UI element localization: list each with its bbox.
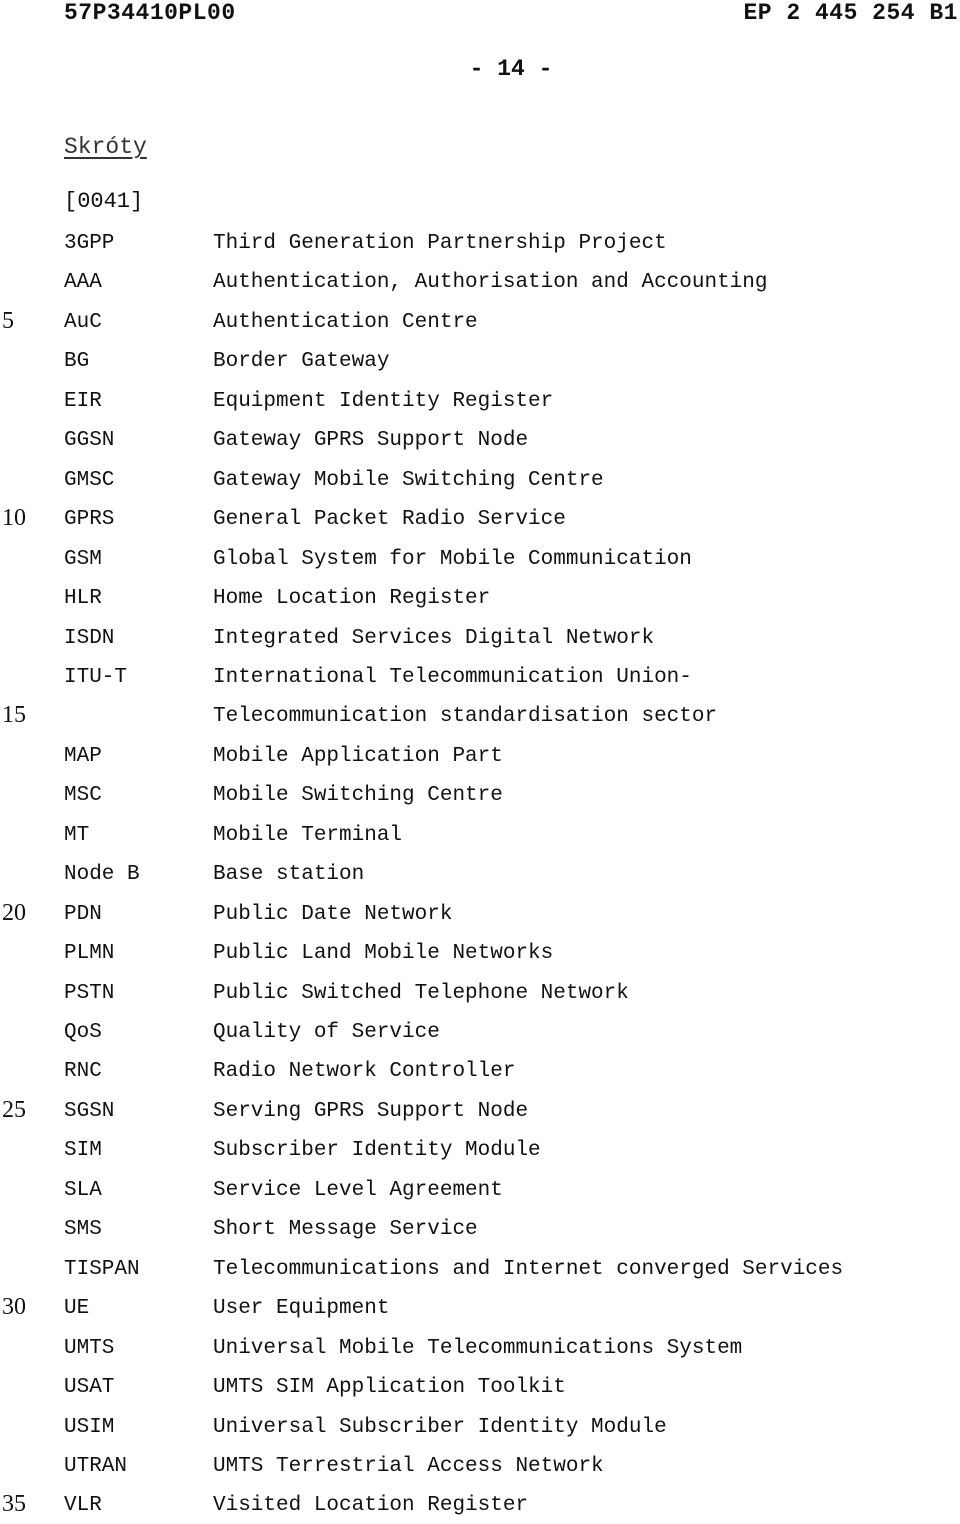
paragraph-number: [0041]	[64, 189, 144, 214]
abbreviation-definition: Universal Subscriber Identity Module	[213, 1415, 667, 1439]
abbreviation-term: GPRS	[64, 508, 115, 532]
abbreviation-definition: Mobile Terminal	[213, 823, 403, 847]
abbreviation-term: TISPAN	[64, 1257, 140, 1281]
abbreviation-definition: Short Message Service	[213, 1218, 478, 1242]
abbreviation-term: UE	[64, 1297, 90, 1321]
abbreviation-definition: General Packet Radio Service	[213, 508, 566, 532]
abbreviation-term: PLMN	[64, 942, 115, 966]
line-number: 35	[2, 1491, 26, 1518]
abbreviation-term: HLR	[64, 587, 102, 611]
abbreviation-term: SLA	[64, 1178, 102, 1202]
abbreviation-term: MT	[64, 823, 90, 847]
abbreviation-term: QoS	[64, 1021, 102, 1044]
abbreviation-term: VLR	[64, 1494, 102, 1518]
abbreviation-definition: Global System for Mobile Communication	[213, 547, 692, 571]
abbreviation-definition: Visited Location Register	[213, 1494, 529, 1518]
abbreviation-term: UMTS	[64, 1336, 115, 1360]
abbreviation-definition: Quality of Service	[213, 1021, 440, 1044]
abbreviation-term: UTRAN	[64, 1454, 128, 1478]
abbreviation-definition: Home Location Register	[213, 587, 491, 611]
abbreviation-definition: UMTS SIM Application Toolkit	[213, 1376, 566, 1400]
line-number: 5	[2, 307, 14, 334]
abbreviation-term: GGSN	[64, 429, 115, 453]
patent-number: EP 2 445 254 B1	[743, 0, 958, 26]
abbreviation-definition: Telecommunications and Internet converge…	[213, 1257, 844, 1281]
abbreviation-term: ISDN	[64, 626, 115, 650]
abbreviation-definition: Universal Mobile Telecommunications Syst…	[213, 1336, 743, 1360]
abbreviation-term: EIR	[64, 389, 102, 413]
abbreviation-definition: Gateway GPRS Support Node	[213, 429, 529, 453]
abbreviation-definition: Authentication Centre	[213, 310, 478, 334]
line-number: 20	[2, 899, 26, 926]
abbreviation-term: AAA	[64, 271, 102, 295]
abbreviation-term: GMSC	[64, 468, 115, 492]
abbreviation-definition: Telecommunication standardisation sector	[213, 705, 718, 729]
abbreviation-definition: UMTS Terrestrial Access Network	[213, 1454, 604, 1478]
abbreviation-term: SIM	[64, 1139, 102, 1163]
abbreviation-term: USIM	[64, 1415, 115, 1439]
abbreviation-definition: Authentication, Authorisation and Accoun…	[213, 271, 768, 295]
line-number: 15	[2, 702, 26, 729]
abbreviation-definition: Equipment Identity Register	[213, 389, 554, 413]
abbreviation-definition: International Telecommunication Union-	[213, 665, 692, 689]
abbreviation-definition: Integrated Services Digital Network	[213, 626, 655, 650]
abbreviation-term: USAT	[64, 1376, 115, 1400]
abbreviation-definition: Public Switched Telephone Network	[213, 981, 629, 1005]
abbreviation-term: MSC	[64, 784, 102, 808]
abbreviation-definition: Third Generation Partnership Project	[213, 232, 667, 255]
abbreviation-definition: Mobile Switching Centre	[213, 784, 503, 808]
abbreviation-term: GSM	[64, 547, 102, 571]
abbreviation-term: SMS	[64, 1218, 102, 1242]
abbreviation-term: ITU-T	[64, 665, 128, 689]
abbreviation-term: BG	[64, 350, 90, 374]
abbreviation-definition: Radio Network Controller	[213, 1060, 516, 1084]
abbreviation-definition: Gateway Mobile Switching Centre	[213, 468, 604, 492]
abbreviation-term: SGSN	[64, 1099, 115, 1123]
line-number: 30	[2, 1294, 26, 1321]
abbreviation-definition: Serving GPRS Support Node	[213, 1099, 529, 1123]
abbreviation-definition: Subscriber Identity Module	[213, 1139, 541, 1163]
abbreviation-term: 3GPP	[64, 232, 115, 255]
abbreviation-term: AuC	[64, 310, 102, 334]
abbreviation-definition: Public Date Network	[213, 902, 453, 926]
abbreviation-definition: Border Gateway	[213, 350, 390, 374]
abbreviation-term: Node B	[64, 863, 140, 887]
abbreviation-definition: Service Level Agreement	[213, 1178, 503, 1202]
abbreviation-term: PDN	[64, 902, 102, 926]
abbreviation-definition: Base station	[213, 863, 365, 887]
abbreviation-term: RNC	[64, 1060, 102, 1084]
section-title: Skróty	[64, 134, 147, 160]
abbreviation-definition: Public Land Mobile Networks	[213, 942, 554, 966]
document-code: 57P34410PL00	[64, 0, 236, 26]
abbreviation-term: MAP	[64, 744, 102, 768]
abbreviation-term: PSTN	[64, 981, 115, 1005]
abbreviation-definition: Mobile Application Part	[213, 744, 503, 768]
line-number: 25	[2, 1096, 26, 1123]
page-number: - 14 -	[469, 56, 553, 82]
line-number: 10	[2, 505, 26, 532]
abbreviation-definition: User Equipment	[213, 1297, 390, 1321]
